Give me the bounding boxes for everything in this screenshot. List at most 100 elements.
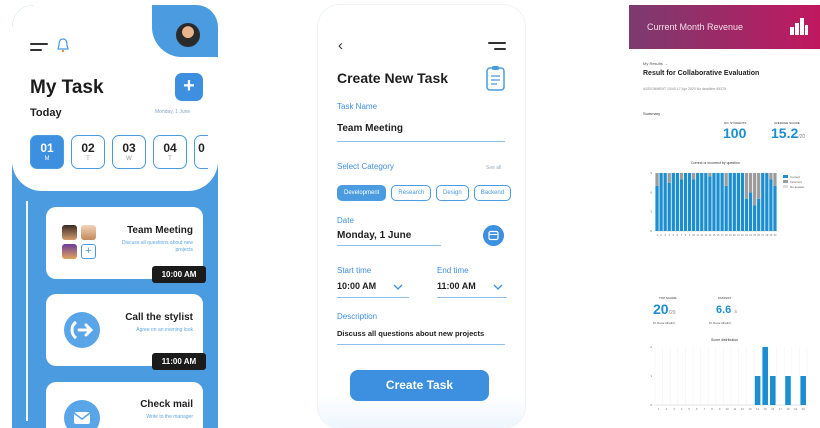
end-time-label: End time — [437, 266, 469, 275]
legend-label: Incorrect — [790, 180, 802, 184]
bar — [785, 376, 791, 405]
start-time-label: Start time — [337, 266, 372, 275]
day-letter: T — [168, 156, 172, 162]
page-title: My Task — [30, 77, 104, 98]
day-picker: 01 M 02 T 03 W 04 T 0 — [30, 135, 208, 169]
task-description: Agree on an evening look — [136, 327, 193, 333]
chevron-down-icon[interactable] — [493, 284, 503, 290]
day-letter: M — [44, 156, 50, 162]
bar-incorrect — [655, 173, 659, 186]
x-tick-label: 16 — [771, 407, 775, 411]
bar-correct — [765, 173, 769, 231]
task-description: Write to the manager — [146, 414, 193, 420]
day-item[interactable]: 04 T — [153, 135, 187, 169]
bar-correct — [667, 182, 671, 231]
chip-backend[interactable]: Backend — [473, 185, 512, 201]
menu-icon[interactable] — [488, 42, 506, 50]
summary-label: Summary — [643, 111, 661, 116]
bar-incorrect — [753, 173, 757, 206]
see-all-link[interactable]: See all — [486, 165, 501, 171]
day-item[interactable]: 0 — [194, 135, 208, 169]
bar-correct — [700, 173, 704, 231]
day-item[interactable]: 03 W — [112, 135, 146, 169]
calendar-icon[interactable] — [483, 225, 504, 246]
avatar — [62, 225, 77, 240]
description-field[interactable]: Discuss all questions about new projects — [337, 329, 484, 338]
bar-correct — [696, 173, 700, 231]
breadcrumb[interactable]: My Results → — [643, 61, 668, 66]
top-score-label: TOP SCORE — [659, 296, 677, 300]
bar-correct — [655, 185, 659, 231]
bar-chart-icon[interactable] — [789, 17, 809, 35]
date-field[interactable]: Monday, 1 June — [337, 230, 411, 241]
bar-correct — [671, 173, 675, 231]
legend-swatch — [783, 180, 788, 183]
y-tick-label: 1 — [650, 374, 652, 378]
x-tick-label: 18 — [786, 407, 790, 411]
average-value: 15.2/20 — [771, 125, 806, 141]
x-tick-label: 25 — [753, 234, 756, 237]
bar-incorrect — [724, 173, 728, 186]
bar-correct — [740, 173, 745, 231]
add-task-button[interactable]: + — [175, 73, 203, 101]
day-letter: W — [126, 156, 132, 162]
divider — [337, 245, 441, 246]
chip-design[interactable]: Design — [436, 185, 469, 201]
bar-correct — [732, 173, 736, 231]
x-tick-label: 10 — [726, 407, 730, 411]
bar-incorrect — [748, 173, 753, 193]
result-title: Result for Collaborative Evaluation — [643, 70, 760, 77]
bar — [754, 376, 761, 405]
x-tick-label: 15 — [764, 407, 768, 411]
task-card-check-mail[interactable]: Check mail Write to the manager — [46, 382, 203, 428]
x-tick-label: 2 — [666, 407, 668, 411]
task-card-call-stylist[interactable]: Call the stylist Agree on an evening loo… — [46, 294, 206, 370]
bar-correct — [748, 192, 753, 231]
chevron-down-icon[interactable] — [393, 284, 403, 290]
x-tick-label: 14 — [709, 234, 712, 237]
add-member-button[interactable]: + — [81, 244, 96, 259]
header-title: Current Month Revenue — [647, 22, 744, 32]
clipboard-icon — [486, 66, 505, 91]
x-tick-label: 3 — [673, 407, 675, 411]
y-tick-label: 9 — [650, 171, 652, 175]
menu-icon[interactable] — [30, 43, 48, 53]
bar-correct — [753, 205, 757, 231]
day-number: 02 — [81, 141, 95, 155]
category-chips: Development Research Design Backend — [337, 185, 512, 201]
bar-correct — [728, 173, 732, 231]
task-name-field[interactable]: Team Meeting — [337, 123, 403, 134]
category-label: Select Category — [337, 162, 394, 171]
my-task-screen: My Task + Today Monday, 1 June 01 M 02 T 03 W… — [12, 5, 218, 428]
y-tick-label: 0 — [650, 229, 652, 233]
result-meta: ASSIGNMENT 10/40 17 Apr 2020 No deadline… — [643, 87, 727, 91]
x-tick-label: 4 — [681, 407, 683, 411]
bar — [762, 347, 768, 405]
divider — [337, 297, 409, 298]
day-item[interactable]: 01 M — [30, 135, 64, 169]
bar-correct — [692, 179, 696, 231]
x-tick-label: 26 — [757, 234, 760, 237]
x-tick-label: 16 — [717, 234, 720, 237]
x-tick-label: 28 — [765, 234, 768, 237]
bar-incorrect — [667, 173, 671, 183]
task-card-team-meeting[interactable]: + Team Meeting Discuss all questions abo… — [46, 207, 206, 283]
bar-incorrect — [773, 173, 777, 186]
correct-incorrect-chart: 03691 2 3 4 5 6 7 8 9 10 11 12 13 14 15 16 17 18 19 20 21 22 2… — [650, 171, 804, 237]
end-time-field[interactable]: 11:00 AM — [437, 281, 476, 291]
x-tick-label: 7 — [704, 407, 706, 411]
day-item[interactable]: 02 T — [71, 135, 105, 169]
create-task-button[interactable]: Create Task — [350, 370, 489, 401]
y-tick-label: 3 — [650, 210, 652, 214]
back-button[interactable]: ‹ — [338, 37, 343, 54]
bar-incorrect — [769, 173, 773, 180]
x-tick-label: 4 — [669, 234, 671, 237]
bell-icon[interactable] — [56, 38, 70, 53]
chart1-title: Correct or incorrect by question — [691, 161, 740, 165]
start-time-field[interactable]: 10:00 AM — [337, 281, 376, 291]
avatar[interactable] — [176, 23, 200, 47]
students-value: 100 — [723, 125, 747, 141]
chip-research[interactable]: Research — [391, 185, 432, 201]
x-tick-label: 2 — [660, 234, 662, 237]
chip-development[interactable]: Development — [337, 185, 387, 201]
